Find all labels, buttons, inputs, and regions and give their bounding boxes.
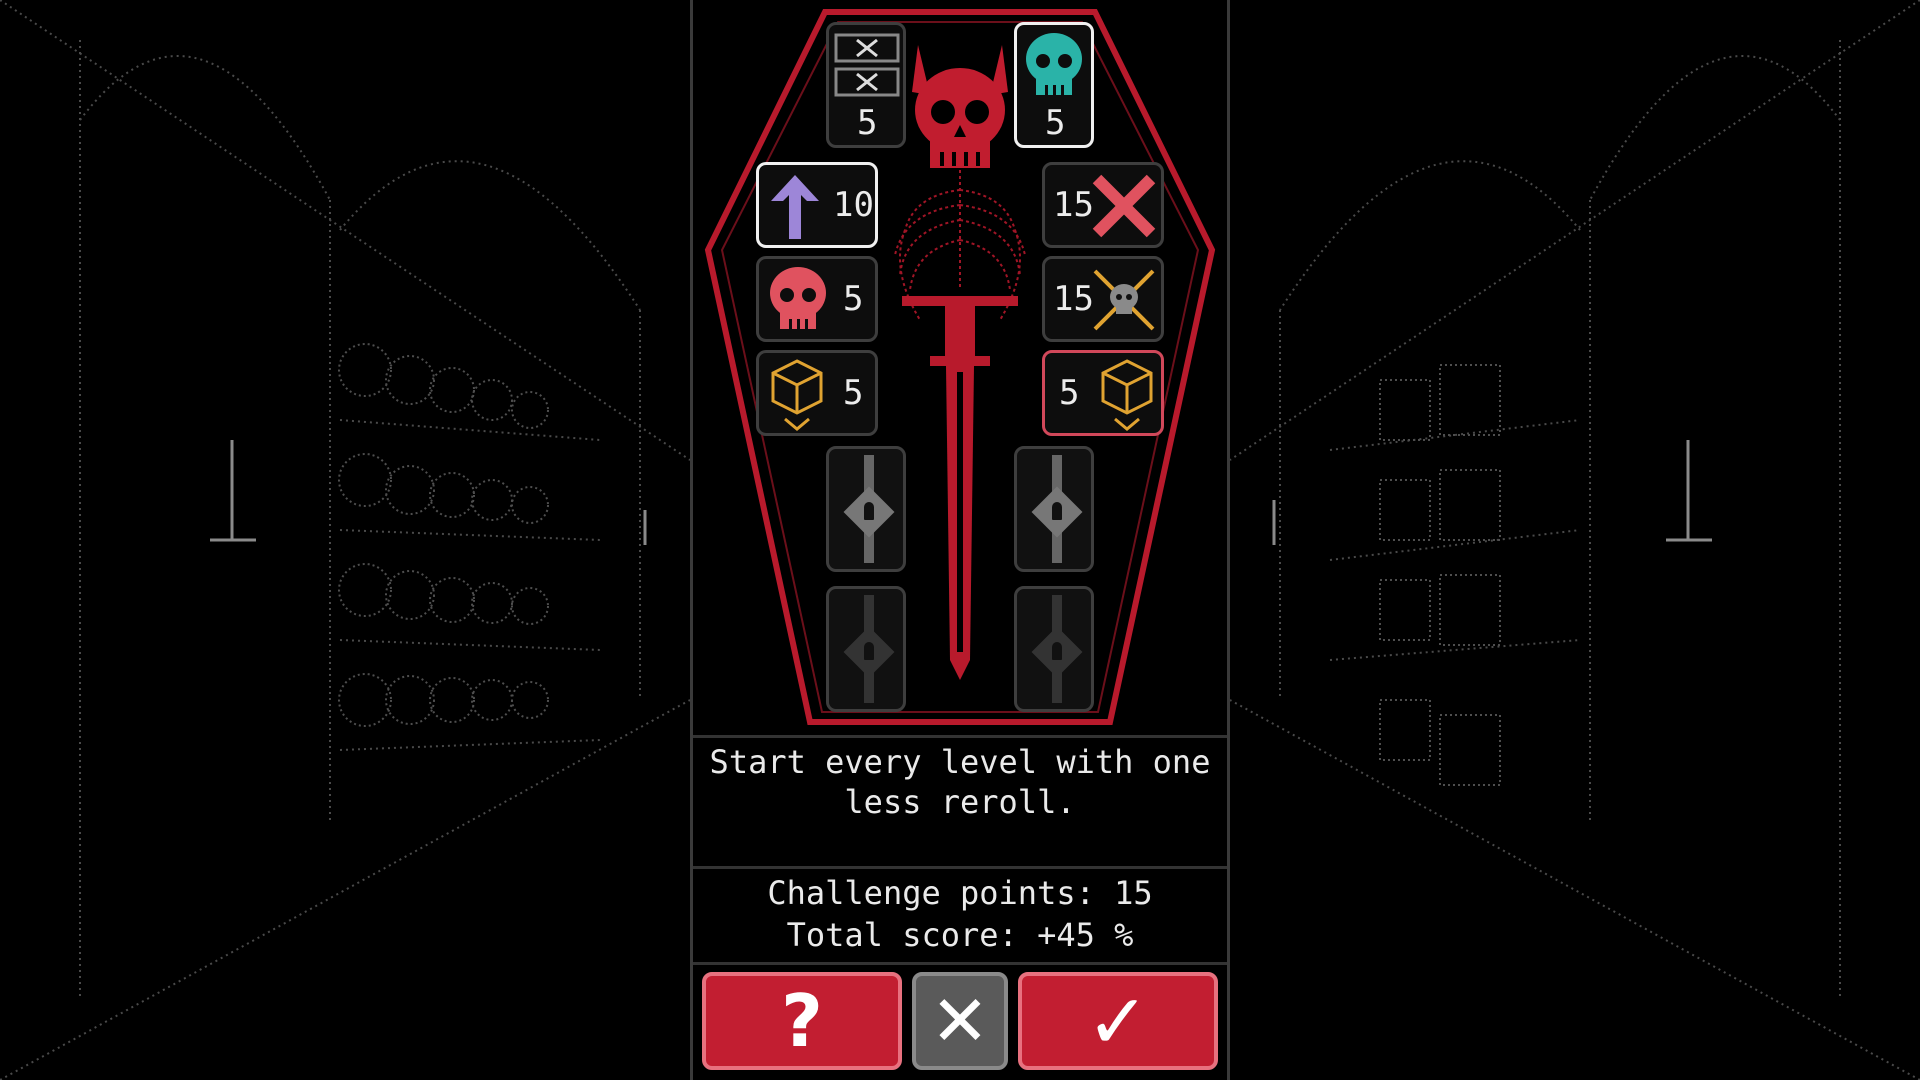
locked-slot: [1014, 446, 1094, 572]
total-score: Total score: +45 %: [786, 916, 1134, 954]
dice-right-value: 5: [1059, 373, 1080, 413]
arrow-up-icon: [771, 175, 819, 239]
keyhole-icon: [864, 642, 874, 660]
confirm-button[interactable]: ✓: [1018, 972, 1218, 1070]
slot-skull-crossbones[interactable]: 15: [1042, 256, 1164, 342]
red-cross-icon: [1092, 174, 1156, 238]
slot-rerolls[interactable]: 5: [826, 22, 906, 148]
rerolls-value: 5: [857, 103, 878, 143]
dice-down-icon: [1101, 359, 1153, 431]
skull-crossbones-icon: [1093, 269, 1155, 331]
keyhole-icon: [864, 502, 874, 520]
slot-dice-right[interactable]: 5: [1042, 350, 1164, 436]
challenge-points: Challenge points: 15: [767, 874, 1153, 912]
score-summary: Challenge points: 15 Total score: +45 %: [690, 872, 1230, 956]
slot-teal-skull[interactable]: 5: [1014, 22, 1094, 148]
close-icon: ✕: [930, 980, 990, 1062]
red-cross-value: 15: [1053, 185, 1094, 225]
slot-red-skull[interactable]: 5: [756, 256, 878, 342]
slot-dice-left[interactable]: 5: [756, 350, 878, 436]
divider: [693, 962, 1227, 965]
slot-arrow-up[interactable]: 10: [756, 162, 878, 248]
keyhole-icon: [1052, 642, 1062, 660]
locked-slot: [826, 586, 906, 712]
teal-skull-icon: [1026, 33, 1082, 95]
help-button[interactable]: ?: [702, 972, 902, 1070]
crossbones-value: 15: [1053, 279, 1094, 319]
red-skull-value: 5: [843, 279, 864, 319]
arrow-up-value: 10: [833, 185, 874, 225]
divider: [693, 866, 1227, 869]
dice-left-value: 5: [843, 373, 864, 413]
checkmark-icon: ✓: [1086, 976, 1150, 1066]
challenge-description: Start every level with one less reroll.: [709, 743, 1211, 821]
question-icon: ?: [781, 979, 823, 1063]
locked-slot: [826, 446, 906, 572]
dice-down-icon: [771, 359, 823, 431]
locked-slot: [1014, 586, 1094, 712]
slot-red-cross[interactable]: 15: [1042, 162, 1164, 248]
keyhole-icon: [1052, 502, 1062, 520]
red-skull-icon: [770, 267, 826, 329]
cancel-button[interactable]: ✕: [912, 972, 1008, 1070]
crossed-boxes-icon: [834, 33, 900, 97]
teal-skull-value: 5: [1045, 103, 1066, 143]
divider: [693, 735, 1227, 738]
